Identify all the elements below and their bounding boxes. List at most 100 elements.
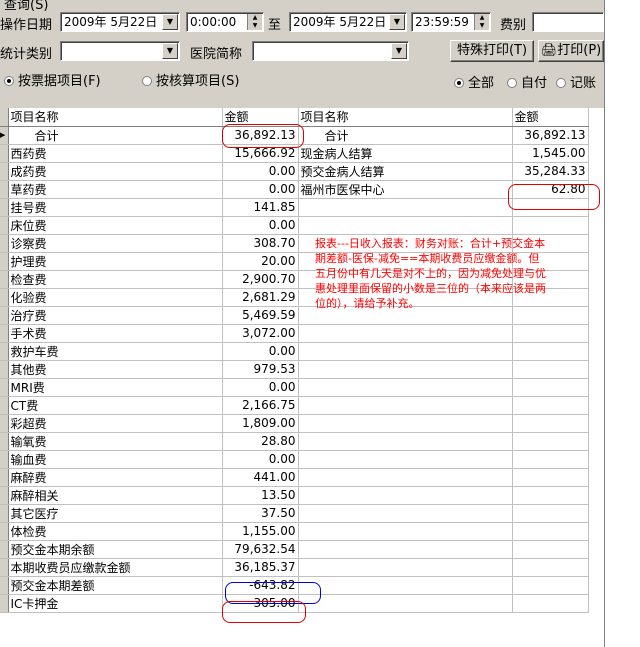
item-name-cell-2[interactable]: [298, 396, 513, 415]
amount-cell[interactable]: 0.00: [222, 450, 299, 469]
table-row[interactable]: 麻醉相关 13.50: [0, 486, 589, 505]
item-name-cell-2[interactable]: 合计: [298, 126, 513, 145]
item-name-cell-2[interactable]: [298, 432, 513, 451]
item-name-cell[interactable]: 其他费: [8, 360, 223, 379]
table-row[interactable]: 输血费 0.00: [0, 450, 589, 469]
date-from-picker[interactable]: 2009年 5月22日 ▼: [60, 12, 180, 32]
item-name-cell-2[interactable]: [298, 342, 513, 361]
spinner-icon[interactable]: ▲ ▼: [247, 14, 262, 30]
item-name-cell[interactable]: 合计: [8, 126, 223, 145]
amount-cell[interactable]: 0.00: [222, 180, 299, 199]
item-name-cell[interactable]: 床位费: [8, 216, 223, 235]
amount-cell[interactable]: 0.00: [222, 162, 299, 181]
radio-on-account[interactable]: 记账: [556, 72, 596, 91]
amount-cell[interactable]: 28.80: [222, 432, 299, 451]
amount-cell[interactable]: 13.50: [222, 486, 299, 505]
amount-cell[interactable]: 20.00: [222, 252, 299, 271]
item-name-cell-2[interactable]: [298, 414, 513, 433]
date-to-picker[interactable]: 2009年 5月22日 ▼: [289, 12, 407, 32]
chevron-down-icon[interactable]: ▼: [162, 43, 178, 59]
table-row[interactable]: 其他费 979.53: [0, 360, 589, 379]
item-name-cell[interactable]: 西药费: [8, 144, 223, 163]
radio-by-accounting[interactable]: 按核算项目(S): [142, 70, 239, 89]
item-name-cell[interactable]: 输血费: [8, 450, 223, 469]
item-name-cell-2[interactable]: [298, 360, 513, 379]
amount-cell-2[interactable]: [512, 558, 589, 577]
amount-cell-2[interactable]: [512, 396, 589, 415]
table-row[interactable]: 救护车费 0.00: [0, 342, 589, 361]
amount-cell[interactable]: 1,809.00: [222, 414, 299, 433]
amount-cell-2[interactable]: [512, 540, 589, 559]
table-row[interactable]: 其它医疗 37.50: [0, 504, 589, 523]
amount-cell-2[interactable]: [512, 486, 589, 505]
amount-cell-2[interactable]: [512, 594, 589, 613]
amount-cell[interactable]: 0.00: [222, 342, 299, 361]
amount-cell[interactable]: 441.00: [222, 468, 299, 487]
item-name-cell[interactable]: 麻醉相关: [8, 486, 223, 505]
item-name-cell[interactable]: IC卡押金: [8, 594, 223, 613]
spinner-icon[interactable]: ▲ ▼: [474, 14, 489, 30]
amount-cell-2[interactable]: [512, 576, 589, 595]
time-from-input[interactable]: 0:00:00 ▲ ▼: [186, 12, 264, 32]
amount-cell-2[interactable]: [512, 468, 589, 487]
item-name-cell-2[interactable]: [298, 504, 513, 523]
item-name-cell-2[interactable]: 预交金病人结算: [298, 162, 513, 181]
amount-cell-2[interactable]: [512, 432, 589, 451]
chevron-down-icon[interactable]: ▼: [389, 14, 405, 30]
item-name-cell-2[interactable]: [298, 468, 513, 487]
col-header-item-name-2[interactable]: 项目名称: [298, 108, 513, 127]
item-name-cell-2[interactable]: [298, 216, 513, 235]
print-button[interactable]: 🖨打印(P): [538, 40, 604, 62]
item-name-cell[interactable]: 麻醉费: [8, 468, 223, 487]
amount-cell[interactable]: 36,185.37: [222, 558, 299, 577]
item-name-cell-2[interactable]: [298, 324, 513, 343]
item-name-cell[interactable]: 挂号费: [8, 198, 223, 217]
table-row[interactable]: 床位费 0.00: [0, 216, 589, 235]
amount-cell[interactable]: 0.00: [222, 378, 299, 397]
table-row[interactable]: 草药费 0.00 福州市医保中心 62.80: [0, 180, 589, 199]
col-header-amount-2[interactable]: 金额: [512, 108, 589, 127]
amount-cell[interactable]: 1,155.00: [222, 522, 299, 541]
amount-cell[interactable]: 0.00: [222, 216, 299, 235]
item-name-cell-2[interactable]: [298, 450, 513, 469]
amount-cell-2[interactable]: [512, 342, 589, 361]
item-name-cell-2[interactable]: [298, 594, 513, 613]
amount-cell-2[interactable]: [512, 504, 589, 523]
item-name-cell-2[interactable]: [298, 522, 513, 541]
table-row[interactable]: 麻醉费 441.00: [0, 468, 589, 487]
amount-cell[interactable]: 2,900.70: [222, 270, 299, 289]
item-name-cell-2[interactable]: [298, 540, 513, 559]
table-row[interactable]: CT费 2,166.75: [0, 396, 589, 415]
amount-cell[interactable]: 979.53: [222, 360, 299, 379]
amount-cell-2[interactable]: 35,284.33: [512, 162, 589, 181]
chevron-down-icon[interactable]: ▼: [162, 14, 178, 30]
amount-cell[interactable]: 141.85: [222, 198, 299, 217]
item-name-cell[interactable]: 输氧费: [8, 432, 223, 451]
stat-select[interactable]: ▼: [60, 41, 180, 61]
amount-cell[interactable]: 5,469.59: [222, 306, 299, 325]
item-name-cell-2[interactable]: [298, 486, 513, 505]
item-name-cell[interactable]: 化验费: [8, 288, 223, 307]
table-row[interactable]: 本期收费员应缴款金额 36,185.37: [0, 558, 589, 577]
special-print-button[interactable]: 特殊打印(T): [450, 40, 534, 62]
chevron-down-icon[interactable]: ▼: [391, 43, 407, 59]
table-row[interactable]: 体检费 1,155.00: [0, 522, 589, 541]
amount-cell-2[interactable]: 1,545.00: [512, 144, 589, 163]
table-row[interactable]: 手术费 3,072.00: [0, 324, 589, 343]
table-row[interactable]: 输氧费 28.80: [0, 432, 589, 451]
radio-by-invoice[interactable]: 按票据项目(F): [4, 70, 101, 89]
table-row[interactable]: 彩超费 1,809.00: [0, 414, 589, 433]
amount-cell-2[interactable]: 36,892.13: [512, 126, 589, 145]
item-name-cell[interactable]: 手术费: [8, 324, 223, 343]
amount-cell[interactable]: 79,632.54: [222, 540, 299, 559]
item-name-cell[interactable]: 检查费: [8, 270, 223, 289]
item-name-cell-2[interactable]: 现金病人结算: [298, 144, 513, 163]
item-name-cell[interactable]: 体检费: [8, 522, 223, 541]
item-name-cell[interactable]: 本期收费员应缴款金额: [8, 558, 223, 577]
time-to-input[interactable]: 23:59:59 ▲ ▼: [411, 12, 491, 32]
item-name-cell-2[interactable]: [298, 378, 513, 397]
hospital-select[interactable]: ▼: [252, 41, 409, 61]
item-name-cell[interactable]: 预交金本期余额: [8, 540, 223, 559]
item-name-cell[interactable]: CT费: [8, 396, 223, 415]
item-name-cell[interactable]: 诊察费: [8, 234, 223, 253]
